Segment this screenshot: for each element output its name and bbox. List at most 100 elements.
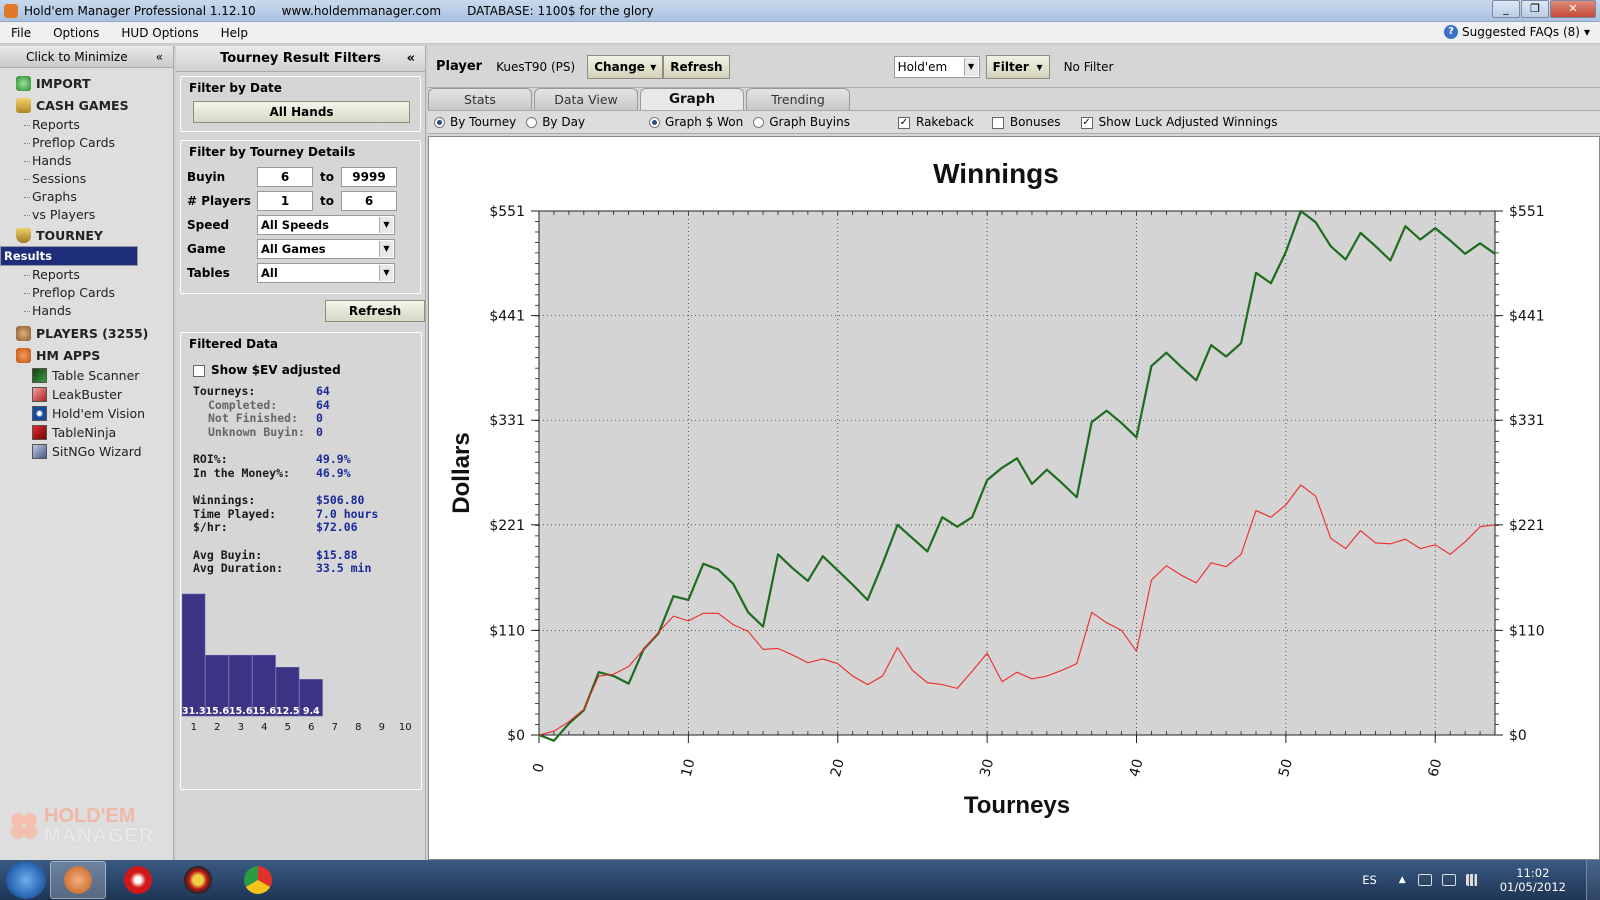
nav-hm-apps[interactable]: HM APPS [0, 344, 173, 366]
nav-players[interactable]: PLAYERS (3255) [0, 322, 173, 344]
nav-players-label: PLAYERS (3255) [36, 325, 149, 341]
nav-cash-preflop-cards[interactable]: Preflop Cards [0, 134, 173, 152]
by-tourney-option[interactable]: By Tourney [434, 115, 516, 129]
show-ev-checkbox-row[interactable]: Show $EV adjusted [193, 363, 415, 377]
y-axis-title: Dollars [448, 432, 475, 513]
show-desktop-button[interactable] [1586, 860, 1600, 900]
histogram-position-label: 10 [399, 722, 412, 733]
app-tableninja[interactable]: TableNinja [0, 423, 173, 442]
players-row: # Players 1 to 6 [187, 189, 414, 213]
start-button[interactable] [6, 861, 46, 899]
nav-cash-vs-players[interactable]: vs Players [0, 206, 173, 224]
app-table-scanner[interactable]: Table Scanner [0, 366, 173, 385]
y-tick-label-left: $331 [489, 413, 525, 429]
dropdown-arrow-icon: ▼ [379, 241, 393, 257]
nav-cash-sessions[interactable]: Sessions [0, 170, 173, 188]
restore-button[interactable]: ❐ [1521, 0, 1549, 18]
players-icon [16, 325, 31, 341]
nav-cash-graphs[interactable]: Graphs [0, 188, 173, 206]
taskbar-chrome[interactable] [230, 861, 286, 899]
menu-hud-options[interactable]: HUD Options [110, 26, 209, 40]
taskbar-holdem-manager[interactable] [50, 861, 106, 899]
show-ev-label: Show $EV adjusted [211, 363, 341, 377]
histogram-bar [182, 593, 206, 717]
histogram-position-label: 4 [261, 722, 267, 733]
graph-won-option[interactable]: Graph $ Won [649, 115, 743, 129]
game-select[interactable]: All Games ▼ [257, 239, 395, 259]
stat-label: $/hr: [193, 520, 228, 534]
player-bar: Player KuesT90 (PS) Change ▾ Refresh Hold… [428, 46, 1600, 88]
app-label: TableNinja [52, 425, 117, 440]
minimize-nav-bar[interactable]: Click to Minimize « [0, 46, 173, 68]
stat-value: $15.88 [316, 547, 358, 562]
game-type-select[interactable]: Hold'em ▼ [893, 55, 980, 78]
nav-cash-games[interactable]: CASH GAMES [0, 94, 173, 116]
rakeback-option[interactable]: ✓ Rakeback [898, 115, 974, 129]
nav-import[interactable]: IMPORT [0, 72, 173, 94]
nav-tourney-hands[interactable]: Hands [0, 302, 173, 320]
tab-graph[interactable]: Graph [640, 88, 744, 110]
show-ev-checkbox[interactable] [193, 364, 205, 377]
app-holdem-vision[interactable]: Hold'em Vision [0, 404, 173, 423]
bonuses-option[interactable]: Bonuses [991, 115, 1061, 129]
nav-cash-reports[interactable]: Reports [0, 116, 173, 134]
y-tick-label-left: $221 [489, 518, 525, 534]
nav-cash-hands[interactable]: Hands [0, 152, 173, 170]
nav-tourney-reports[interactable]: Reports [0, 266, 173, 284]
graph-buyins-radio[interactable] [753, 117, 765, 128]
app-sitngo-wizard[interactable]: SitNGo Wizard [0, 442, 173, 461]
minimize-button[interactable]: _ [1492, 0, 1520, 18]
speed-select[interactable]: All Speeds ▼ [257, 215, 395, 235]
y-tick-label-right: $331 [1509, 413, 1545, 429]
show-luck-checkbox[interactable]: ✓ [1080, 116, 1093, 129]
show-luck-option[interactable]: ✓ Show Luck Adjusted Winnings [1080, 115, 1277, 129]
buyin-from-field[interactable]: 6 [257, 167, 313, 187]
stat-row: ROI%: 49.9% [193, 452, 415, 467]
tab-data-view[interactable]: Data View [534, 88, 638, 110]
stat-label: In the Money%: [193, 465, 290, 480]
by-day-option[interactable]: By Day [526, 115, 585, 129]
menu-options[interactable]: Options [42, 26, 110, 40]
tray-expand-icon[interactable]: ▲ [1399, 875, 1406, 885]
players-from-field[interactable]: 1 [257, 191, 313, 211]
filter-button[interactable]: Filter ▾ [985, 54, 1050, 79]
players-to-field[interactable]: 6 [341, 191, 397, 211]
app-leakbuster[interactable]: LeakBuster [0, 385, 173, 404]
close-button[interactable]: ✕ [1550, 0, 1596, 18]
tab-stats[interactable]: Stats [428, 88, 532, 110]
network-icon[interactable] [1465, 874, 1480, 886]
stat-value: 46.9% [316, 465, 351, 480]
by-tourney-radio[interactable] [434, 117, 445, 128]
nav-tourney[interactable]: TOURNEY [0, 224, 173, 246]
holdem-manager-logo: HOLD'EM MANAGER [8, 806, 154, 846]
clock[interactable]: 11:02 01/05/2012 [1500, 866, 1566, 894]
app-label: SitNGo Wizard [52, 444, 142, 459]
suggested-faqs[interactable]: ? Suggested FAQs (8) ▾ [1444, 25, 1590, 39]
buyin-label: Buyin [187, 170, 226, 184]
player-refresh-button[interactable]: Refresh [663, 54, 730, 79]
tab-trending[interactable]: Trending [746, 88, 850, 110]
menu-file[interactable]: File [0, 26, 42, 40]
nav-tourney-results[interactable]: Results [0, 246, 138, 266]
filters-refresh-button[interactable]: Refresh [325, 300, 425, 322]
menu-help[interactable]: Help [210, 26, 259, 40]
action-center-icon[interactable] [1417, 874, 1432, 886]
rakeback-checkbox[interactable]: ✓ [898, 116, 910, 129]
tables-select[interactable]: All ▼ [257, 263, 395, 283]
all-hands-button[interactable]: All Hands [193, 101, 410, 123]
bonuses-checkbox[interactable] [991, 116, 1004, 129]
taskbar-pokerstars[interactable] [110, 861, 166, 899]
plot-area [538, 210, 1496, 736]
collapse-panel-icon[interactable]: « [407, 51, 415, 66]
nav-tourney-preflop-cards[interactable]: Preflop Cards [0, 284, 173, 302]
buyin-to-field[interactable]: 9999 [341, 167, 397, 187]
change-player-button[interactable]: Change ▾ [587, 54, 664, 79]
language-indicator[interactable]: ES [1362, 873, 1377, 887]
stat-row: Tourneys: 64 [193, 384, 415, 399]
volume-muted-icon[interactable] [1441, 874, 1456, 886]
graph-buyins-option[interactable]: Graph Buyins [753, 115, 850, 129]
graph-won-radio[interactable] [649, 117, 661, 128]
taskbar-poker-chip[interactable] [170, 861, 226, 899]
stat-row: $/hr: $72.06 [193, 520, 415, 535]
by-day-radio[interactable] [526, 117, 538, 128]
